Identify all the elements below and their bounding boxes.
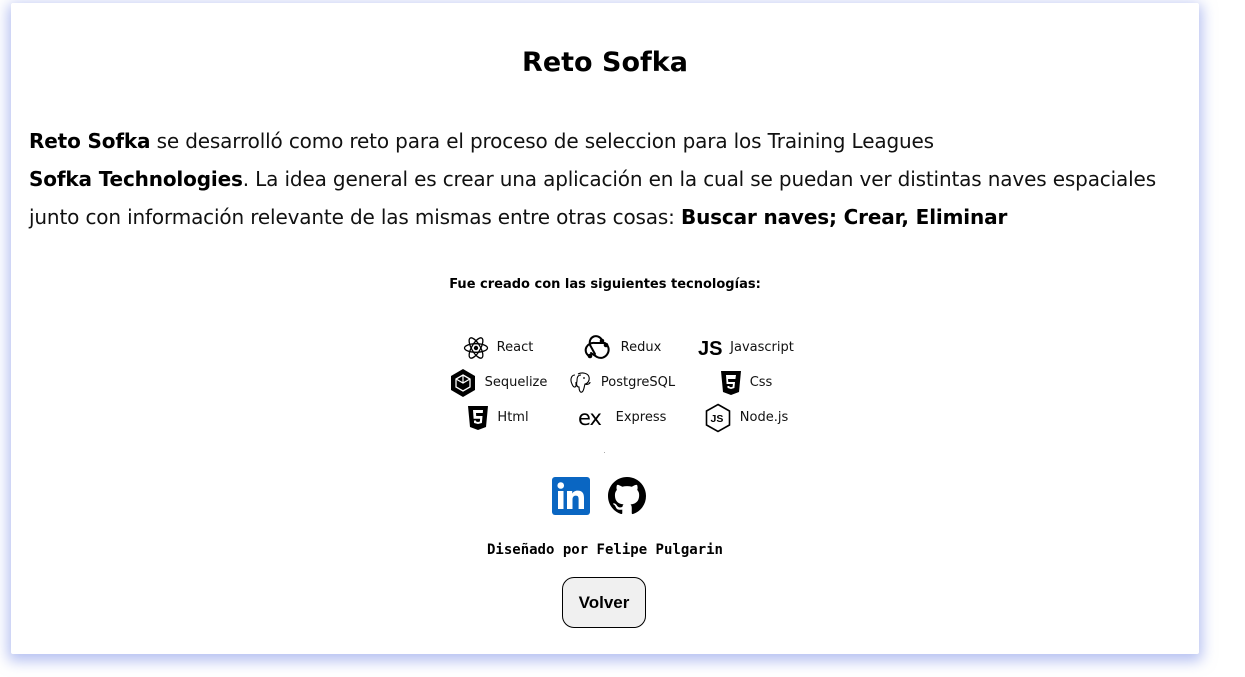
svg-text:ex: ex <box>578 408 602 428</box>
tech-item-react: React <box>436 330 560 365</box>
tech-label-redux: Redux <box>620 340 662 355</box>
nodejs-icon: JS <box>705 403 731 432</box>
tech-label-express: Express <box>615 410 667 425</box>
description-text-1: se desarrolló como reto para el proceso … <box>150 129 935 153</box>
description: Reto Sofka se desarrolló como reto para … <box>29 122 1194 236</box>
github-link[interactable] <box>608 477 646 515</box>
tech-item-html: Html <box>436 400 560 435</box>
sequelize-icon <box>450 368 475 397</box>
tech-item-nodejs: JS Node.js <box>684 400 808 435</box>
tech-label-sequelize: Sequelize <box>484 375 548 390</box>
tech-label-react: React <box>496 340 534 355</box>
react-icon <box>463 336 488 359</box>
tech-label-postgresql: PostgreSQL <box>600 375 676 390</box>
tech-item-sequelize: Sequelize <box>436 365 560 400</box>
social-links <box>552 477 646 515</box>
express-icon: ex <box>578 408 603 428</box>
tech-label-html: Html <box>497 410 529 425</box>
tech-label-css: Css <box>749 375 773 390</box>
tech-item-express: ex Express <box>560 400 684 435</box>
github-icon <box>608 477 646 515</box>
svg-text:JS: JS <box>710 413 723 425</box>
tech-label-javascript: Javascript <box>730 340 794 355</box>
technologies-heading: Fue creado con las siguientes tecnología… <box>449 277 761 292</box>
description-company-name: Sofka Technologies <box>29 167 243 191</box>
back-button[interactable]: Volver <box>562 577 646 628</box>
description-features: Buscar naves; Crear, Eliminar <box>680 205 1008 229</box>
page-title: Reto Sofka <box>522 47 688 78</box>
technologies-grid: React Redux JS Javascript Sequelize Post… <box>436 330 808 435</box>
linkedin-icon <box>552 477 590 515</box>
designer-credit: Diseñado por Felipe Pulgarin <box>486 542 723 558</box>
tech-item-redux: Redux <box>560 330 684 365</box>
tech-label-nodejs: Node.js <box>739 410 789 425</box>
postgresql-icon <box>570 371 591 393</box>
tech-item-css: Css <box>684 365 808 400</box>
linkedin-link[interactable] <box>552 477 590 515</box>
redux-icon <box>584 334 610 359</box>
description-app-name: Reto Sofka <box>29 129 151 153</box>
css3-icon <box>720 370 741 395</box>
about-card: Reto Sofka Reto Sofka se desarrolló como… <box>11 3 1199 654</box>
separator-dot <box>604 452 605 453</box>
html5-icon <box>468 405 489 430</box>
javascript-icon: JS <box>698 338 722 359</box>
svg-text:JS: JS <box>698 338 722 359</box>
tech-item-javascript: JS Javascript <box>684 330 808 365</box>
tech-item-postgresql: PostgreSQL <box>560 365 684 400</box>
